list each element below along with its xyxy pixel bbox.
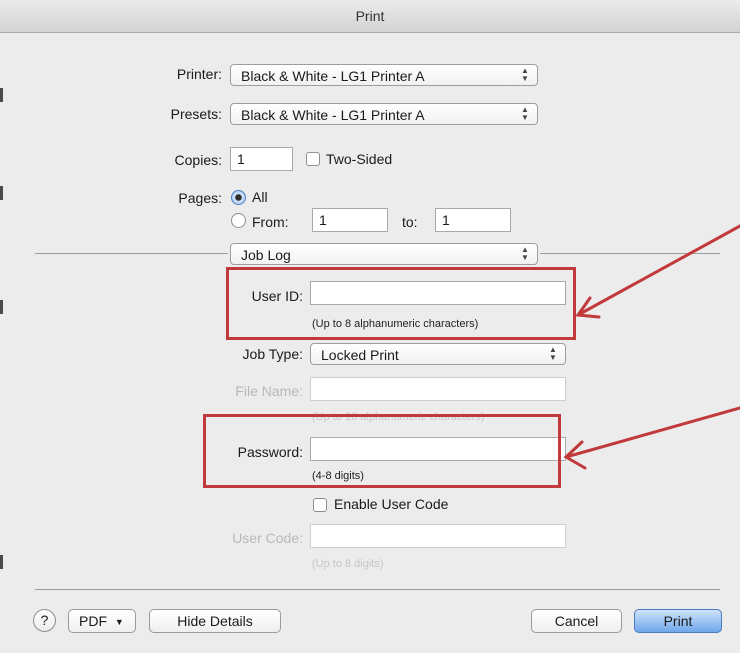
user-id-arrowhead	[575, 296, 601, 319]
password-arrow	[564, 406, 740, 459]
user-id-arrow	[576, 224, 740, 317]
annotation-arrows	[563, 224, 740, 470]
